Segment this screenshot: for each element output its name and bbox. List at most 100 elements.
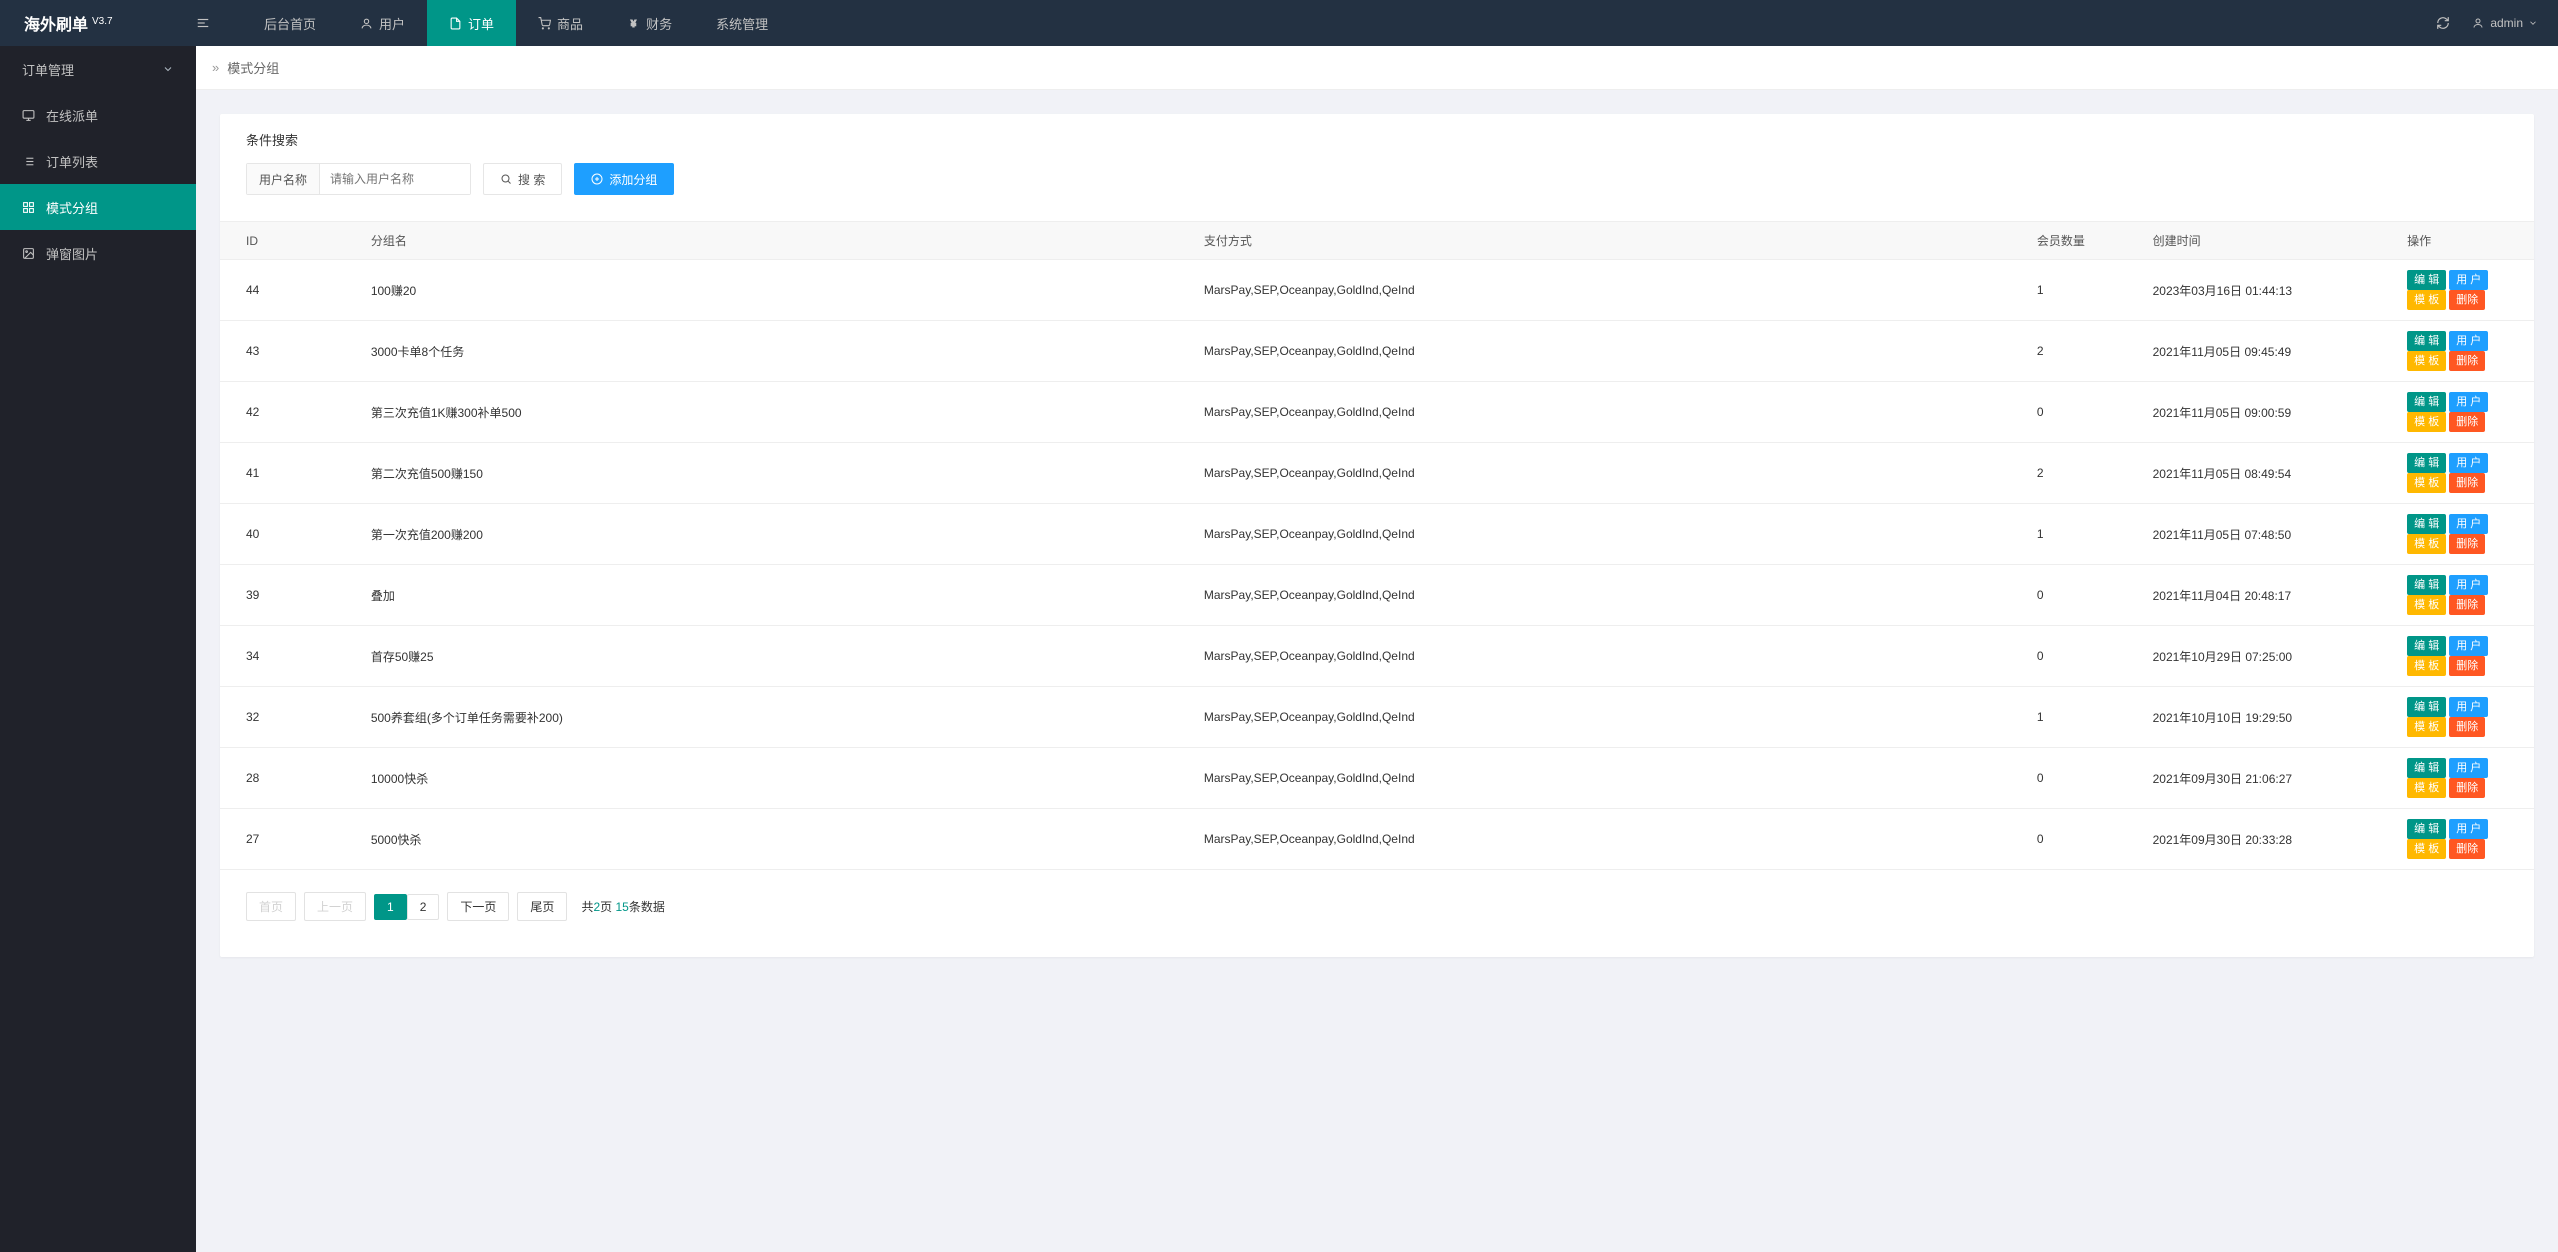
user-button[interactable]: 用 户 bbox=[2449, 453, 2488, 473]
search-icon bbox=[500, 173, 512, 185]
template-button[interactable]: 模 板 bbox=[2407, 473, 2446, 493]
cell-name: 10000快杀 bbox=[359, 748, 1192, 809]
delete-button[interactable]: 删除 bbox=[2449, 839, 2485, 859]
topnav-item-1[interactable]: 用户 bbox=[338, 0, 427, 46]
user-button[interactable]: 用 户 bbox=[2449, 819, 2488, 839]
delete-button[interactable]: 删除 bbox=[2449, 717, 2485, 737]
page-prev-button[interactable]: 上一页 bbox=[304, 892, 366, 921]
user-button[interactable]: 用 户 bbox=[2449, 636, 2488, 656]
table-row: 34首存50赚25MarsPay,SEP,Oceanpay,GoldInd,Qe… bbox=[220, 626, 2534, 687]
template-button[interactable]: 模 板 bbox=[2407, 534, 2446, 554]
topnav-item-3[interactable]: 商品 bbox=[516, 0, 605, 46]
cell-pay: MarsPay,SEP,Oceanpay,GoldInd,QeInd bbox=[1192, 687, 2025, 748]
monitor-icon bbox=[22, 109, 36, 122]
sidebar-item-1[interactable]: 订单列表 bbox=[0, 138, 196, 184]
cell-members: 0 bbox=[2025, 809, 2141, 870]
user-button[interactable]: 用 户 bbox=[2449, 575, 2488, 595]
sidebar-group-orders[interactable]: 订单管理 bbox=[0, 46, 196, 92]
delete-button[interactable]: 删除 bbox=[2449, 290, 2485, 310]
topnav-label: 财务 bbox=[646, 14, 672, 33]
delete-button[interactable]: 删除 bbox=[2449, 534, 2485, 554]
topnav-item-5[interactable]: 系统管理 bbox=[694, 0, 790, 46]
edit-button[interactable]: 编 辑 bbox=[2407, 636, 2446, 656]
app-logo: 海外刷单V3.7 bbox=[0, 11, 196, 35]
search-button[interactable]: 搜 索 bbox=[483, 163, 562, 195]
user-button[interactable]: 用 户 bbox=[2449, 758, 2488, 778]
cart-icon bbox=[538, 17, 551, 30]
user-button[interactable]: 用 户 bbox=[2449, 697, 2488, 717]
sidebar-item-label: 弹窗图片 bbox=[46, 244, 98, 263]
page-last-button[interactable]: 尾页 bbox=[517, 892, 567, 921]
delete-button[interactable]: 删除 bbox=[2449, 656, 2485, 676]
main: » 模式分组 条件搜索 用户名称 搜 索 添加分组 ID分组名支 bbox=[196, 46, 2558, 981]
template-button[interactable]: 模 板 bbox=[2407, 412, 2446, 432]
cell-members: 2 bbox=[2025, 321, 2141, 382]
user-name-input[interactable] bbox=[320, 164, 470, 194]
template-button[interactable]: 模 板 bbox=[2407, 351, 2446, 371]
col-header-0: ID bbox=[220, 222, 359, 260]
user-name: admin bbox=[2490, 16, 2523, 30]
edit-button[interactable]: 编 辑 bbox=[2407, 758, 2446, 778]
cell-name: 500养套组(多个订单任务需要补200) bbox=[359, 687, 1192, 748]
refresh-icon[interactable] bbox=[2436, 16, 2450, 30]
page-next-button[interactable]: 下一页 bbox=[447, 892, 509, 921]
menu-toggle-icon[interactable] bbox=[196, 16, 242, 30]
edit-button[interactable]: 编 辑 bbox=[2407, 453, 2446, 473]
template-button[interactable]: 模 板 bbox=[2407, 290, 2446, 310]
cell-id: 32 bbox=[220, 687, 359, 748]
cell-name: 3000卡单8个任务 bbox=[359, 321, 1192, 382]
cell-created: 2021年11月05日 07:48:50 bbox=[2141, 504, 2396, 565]
page-1-button[interactable]: 1 bbox=[374, 894, 407, 920]
page-first-button[interactable]: 首页 bbox=[246, 892, 296, 921]
edit-button[interactable]: 编 辑 bbox=[2407, 270, 2446, 290]
delete-button[interactable]: 删除 bbox=[2449, 778, 2485, 798]
cell-created: 2021年10月10日 19:29:50 bbox=[2141, 687, 2396, 748]
cell-id: 42 bbox=[220, 382, 359, 443]
breadcrumb-current: 模式分组 bbox=[227, 58, 279, 77]
topnav-item-0[interactable]: 后台首页 bbox=[242, 0, 338, 46]
col-header-4: 创建时间 bbox=[2141, 222, 2396, 260]
user-menu[interactable]: admin bbox=[2472, 16, 2538, 30]
cell-actions: 编 辑用 户模 板删除 bbox=[2395, 504, 2534, 565]
edit-button[interactable]: 编 辑 bbox=[2407, 697, 2446, 717]
template-button[interactable]: 模 板 bbox=[2407, 717, 2446, 737]
user-icon bbox=[360, 17, 373, 30]
user-button[interactable]: 用 户 bbox=[2449, 392, 2488, 412]
edit-button[interactable]: 编 辑 bbox=[2407, 819, 2446, 839]
sidebar-item-3[interactable]: 弹窗图片 bbox=[0, 230, 196, 276]
template-button[interactable]: 模 板 bbox=[2407, 656, 2446, 676]
cell-created: 2021年10月29日 07:25:00 bbox=[2141, 626, 2396, 687]
app-name: 海外刷单 bbox=[24, 17, 88, 34]
user-button[interactable]: 用 户 bbox=[2449, 270, 2488, 290]
user-button[interactable]: 用 户 bbox=[2449, 331, 2488, 351]
template-button[interactable]: 模 板 bbox=[2407, 595, 2446, 615]
delete-button[interactable]: 删除 bbox=[2449, 351, 2485, 371]
sidebar-item-0[interactable]: 在线派单 bbox=[0, 92, 196, 138]
sidebar-item-2[interactable]: 模式分组 bbox=[0, 184, 196, 230]
delete-button[interactable]: 删除 bbox=[2449, 595, 2485, 615]
cell-name: 第二次充值500赚150 bbox=[359, 443, 1192, 504]
edit-button[interactable]: 编 辑 bbox=[2407, 331, 2446, 351]
cell-name: 100赚20 bbox=[359, 260, 1192, 321]
template-button[interactable]: 模 板 bbox=[2407, 778, 2446, 798]
user-button[interactable]: 用 户 bbox=[2449, 514, 2488, 534]
sidebar-item-label: 在线派单 bbox=[46, 106, 98, 125]
page-2-button[interactable]: 2 bbox=[407, 894, 440, 920]
delete-button[interactable]: 删除 bbox=[2449, 473, 2485, 493]
edit-button[interactable]: 编 辑 bbox=[2407, 575, 2446, 595]
table-row: 2810000快杀MarsPay,SEP,Oceanpay,GoldInd,Qe… bbox=[220, 748, 2534, 809]
delete-button[interactable]: 删除 bbox=[2449, 412, 2485, 432]
edit-button[interactable]: 编 辑 bbox=[2407, 514, 2446, 534]
svg-text:¥: ¥ bbox=[631, 18, 637, 29]
table-row: 39叠加MarsPay,SEP,Oceanpay,GoldInd,QeInd02… bbox=[220, 565, 2534, 626]
table-row: 40第一次充值200赚200MarsPay,SEP,Oceanpay,GoldI… bbox=[220, 504, 2534, 565]
image-icon bbox=[22, 247, 36, 260]
topnav-item-2[interactable]: 订单 bbox=[427, 0, 516, 46]
template-button[interactable]: 模 板 bbox=[2407, 839, 2446, 859]
topnav-item-4[interactable]: ¥ 财务 bbox=[605, 0, 694, 46]
cell-created: 2021年11月04日 20:48:17 bbox=[2141, 565, 2396, 626]
user-name-label: 用户名称 bbox=[247, 164, 320, 194]
add-group-button[interactable]: 添加分组 bbox=[574, 163, 674, 195]
cell-pay: MarsPay,SEP,Oceanpay,GoldInd,QeInd bbox=[1192, 382, 2025, 443]
edit-button[interactable]: 编 辑 bbox=[2407, 392, 2446, 412]
